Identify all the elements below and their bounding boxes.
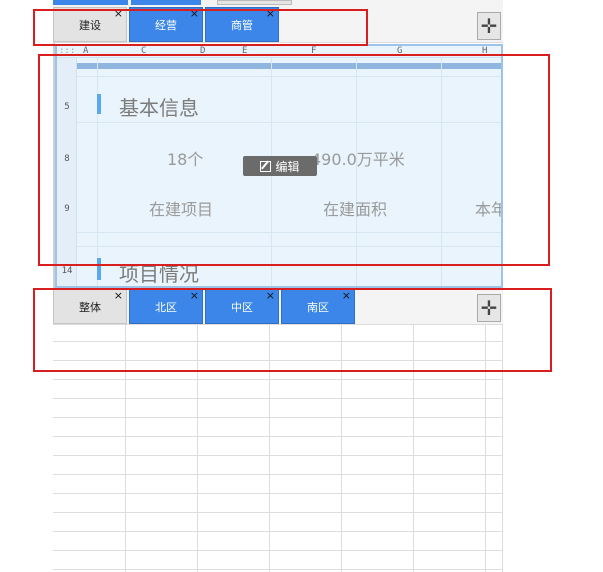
annotation-box-sheet — [38, 54, 550, 266]
grid-line — [53, 512, 503, 513]
partial-tab[interactable] — [131, 0, 201, 5]
grid-line — [53, 417, 503, 418]
grid-line — [53, 379, 503, 380]
grid-line — [53, 550, 503, 551]
annotation-box-bottom-tabs — [33, 288, 552, 372]
grid-line — [53, 455, 503, 456]
plus-cross-icon: ✛ — [480, 14, 498, 38]
partial-tab[interactable] — [53, 0, 128, 5]
grid-line — [53, 531, 503, 532]
add-tab-button[interactable]: ✛ — [477, 12, 501, 40]
grid-line — [53, 436, 503, 437]
grid-line — [53, 398, 503, 399]
grid-line — [53, 474, 503, 475]
grid-line — [53, 569, 503, 570]
row-label: 14 — [61, 266, 73, 276]
annotation-box-top-tabs — [33, 9, 368, 46]
grid-line — [53, 493, 503, 494]
partial-tab[interactable] — [217, 0, 292, 5]
